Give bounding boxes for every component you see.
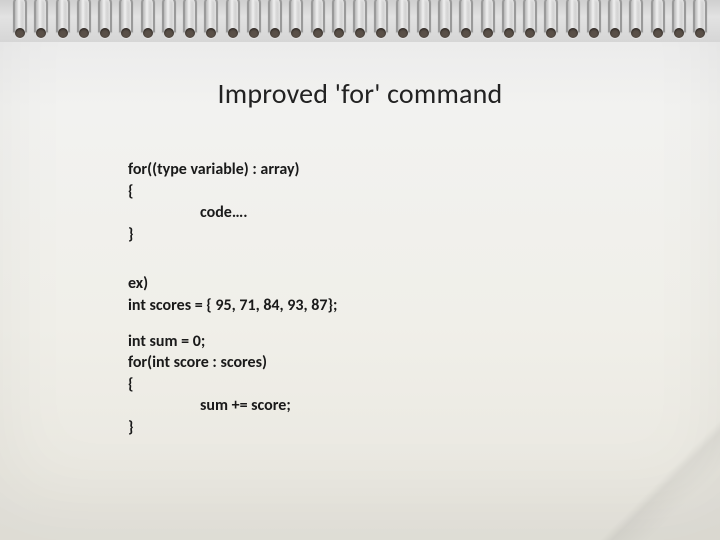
spiral-ring [437, 0, 453, 42]
spiral-ring [203, 0, 219, 42]
spiral-ring [628, 0, 644, 42]
code-line: code…. [128, 202, 680, 224]
code-line: int sum = 0; [128, 331, 680, 353]
spiral-ring [246, 0, 262, 42]
spiral-ring [501, 0, 517, 42]
spiral-ring [225, 0, 241, 42]
spiral-ring [607, 0, 623, 42]
spiral-ring [650, 0, 666, 42]
spiral-binding [0, 0, 720, 42]
spiral-ring [12, 0, 28, 42]
page-title: Improved 'for' command [40, 76, 680, 111]
spiral-ring [395, 0, 411, 42]
syntax-block: for((type variable) : array) { code…. } [128, 159, 680, 245]
example-block: ex) int scores = { 95, 71, 84, 93, 87}; … [128, 273, 680, 438]
spiral-ring [543, 0, 559, 42]
spiral-ring [480, 0, 496, 42]
code-line: ex) [128, 273, 680, 295]
spiral-ring [55, 0, 71, 42]
spiral-ring [182, 0, 198, 42]
notebook-page: Improved 'for' command for((type variabl… [0, 0, 720, 540]
spiral-ring [33, 0, 49, 42]
code-line: } [128, 417, 680, 439]
spiral-ring [416, 0, 432, 42]
spiral-ring [331, 0, 347, 42]
code-line: int scores = { 95, 71, 84, 93, 87}; [128, 295, 680, 317]
spiral-ring [267, 0, 283, 42]
spiral-ring [373, 0, 389, 42]
spiral-ring [76, 0, 92, 42]
spiral-ring [352, 0, 368, 42]
code-line: { [128, 181, 680, 203]
slide-content: Improved 'for' command for((type variabl… [0, 48, 720, 439]
code-line: for((type variable) : array) [128, 159, 680, 181]
spiral-ring [97, 0, 113, 42]
spiral-ring [118, 0, 134, 42]
spiral-ring [586, 0, 602, 42]
spiral-ring [161, 0, 177, 42]
spiral-ring [140, 0, 156, 42]
spiral-ring [671, 0, 687, 42]
spiral-ring [522, 0, 538, 42]
code-line: sum += score; [128, 395, 680, 417]
code-line: } [128, 224, 680, 246]
spiral-ring [692, 0, 708, 42]
code-line: for(int score : scores) [128, 352, 680, 374]
spiral-ring [310, 0, 326, 42]
spiral-ring [458, 0, 474, 42]
spiral-ring [565, 0, 581, 42]
code-line: { [128, 374, 680, 396]
spiral-ring [288, 0, 304, 42]
